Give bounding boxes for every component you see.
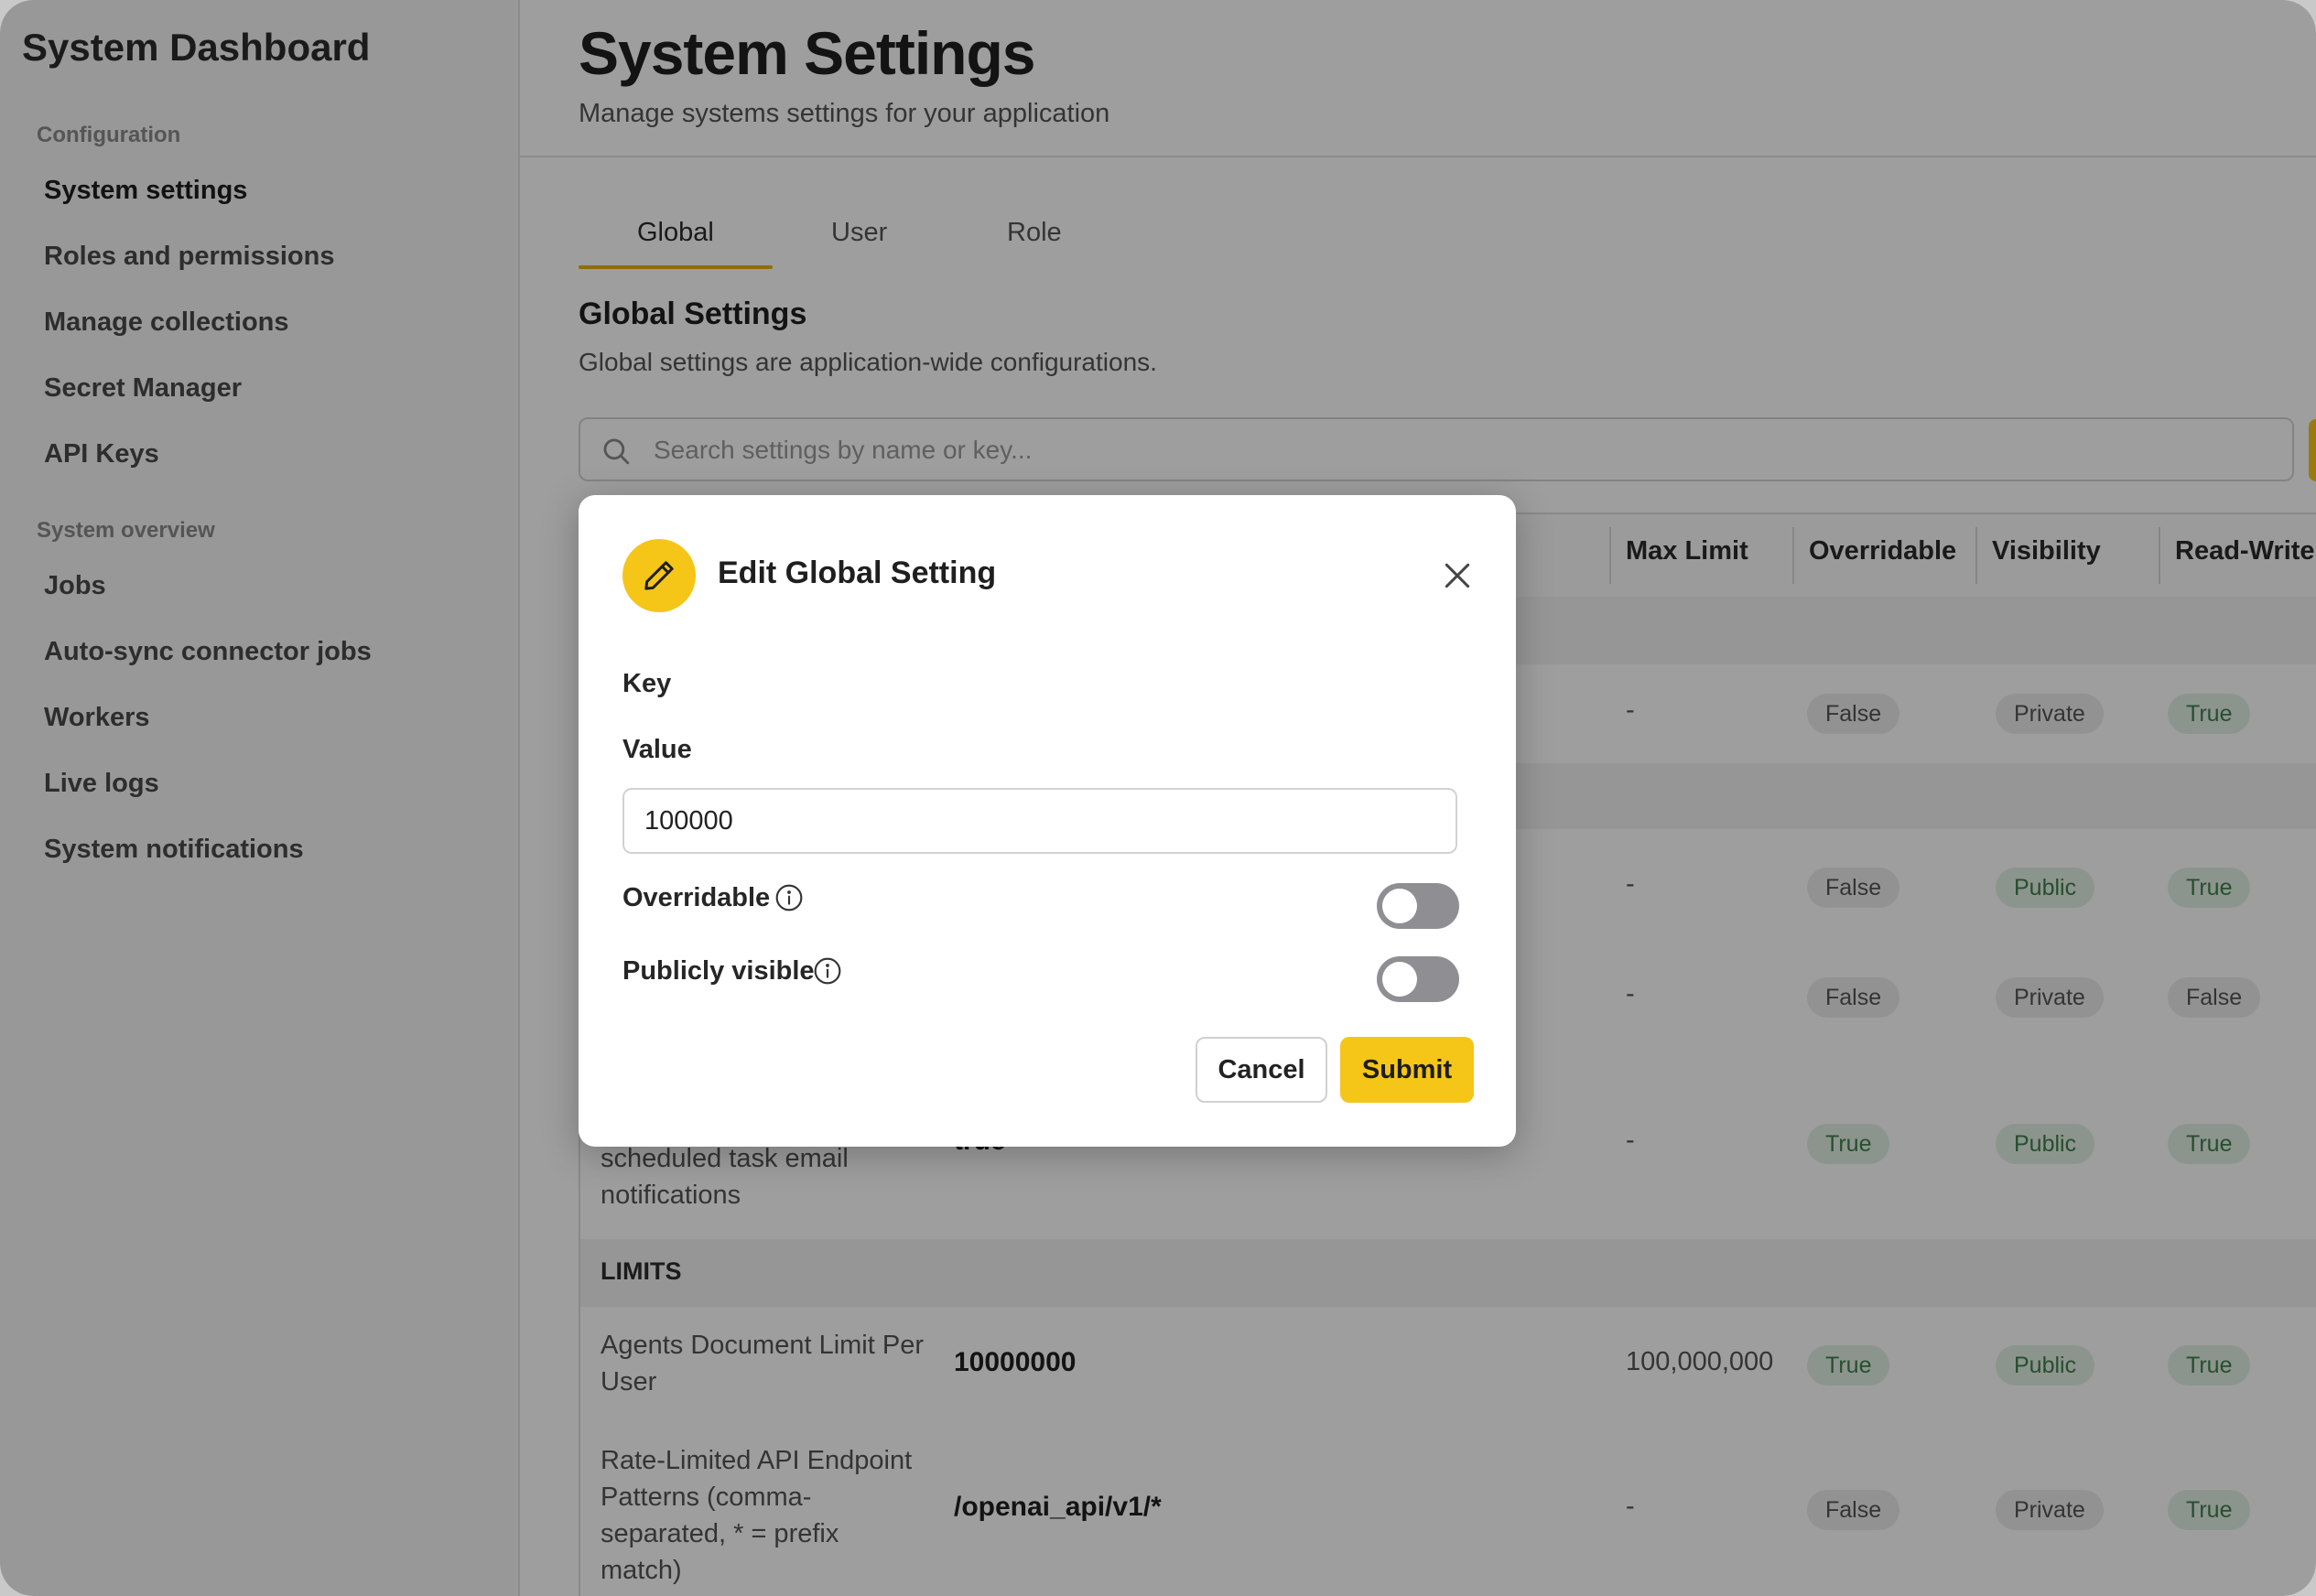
- pencil-icon: [644, 561, 674, 590]
- toggle-knob: [1382, 889, 1417, 923]
- value-label: Value: [622, 735, 692, 764]
- submit-button[interactable]: Submit: [1340, 1037, 1474, 1103]
- publicly-visible-label: Publicly visible: [622, 956, 815, 986]
- modal-title: Edit Global Setting: [718, 555, 997, 590]
- info-icon[interactable]: [813, 956, 842, 986]
- value-input[interactable]: [622, 788, 1457, 854]
- cancel-button[interactable]: Cancel: [1196, 1037, 1327, 1103]
- close-icon[interactable]: [1439, 557, 1476, 594]
- key-label: Key: [622, 669, 672, 698]
- app-window: System Dashboard Configuration System se…: [0, 0, 2316, 1596]
- overridable-toggle[interactable]: [1377, 883, 1459, 929]
- overridable-label: Overridable: [622, 883, 771, 912]
- info-icon[interactable]: [774, 883, 804, 912]
- publicly-visible-toggle[interactable]: [1377, 956, 1459, 1002]
- modal-icon-badge: [622, 539, 696, 612]
- toggle-knob: [1382, 962, 1417, 997]
- edit-setting-modal: Edit Global Setting Key Value Overridabl…: [579, 495, 1516, 1147]
